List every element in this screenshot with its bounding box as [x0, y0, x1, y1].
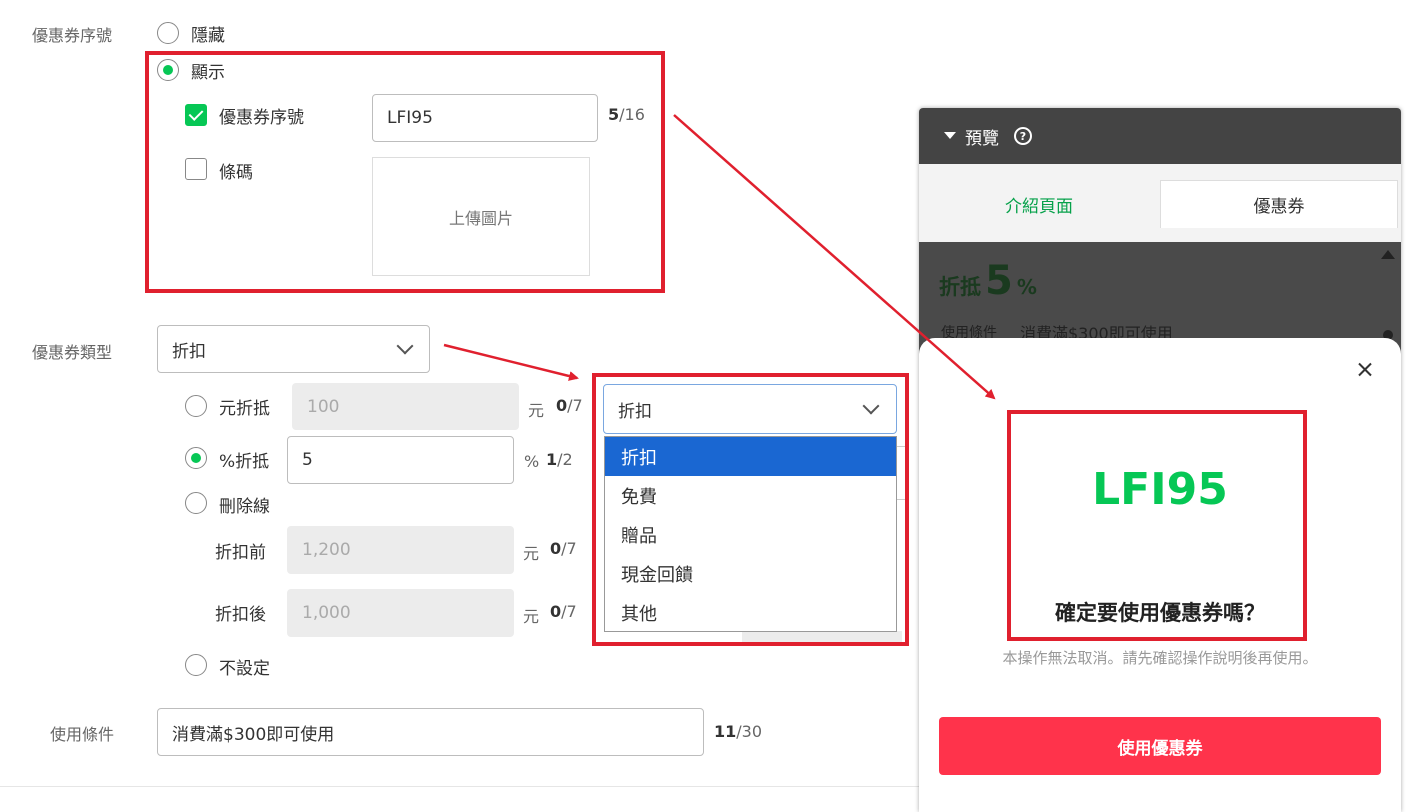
arrow-type-to-dropdown: [443, 343, 579, 381]
annotation-arrows: [443, 114, 996, 400]
arrow-code-to-preview: [673, 114, 996, 400]
